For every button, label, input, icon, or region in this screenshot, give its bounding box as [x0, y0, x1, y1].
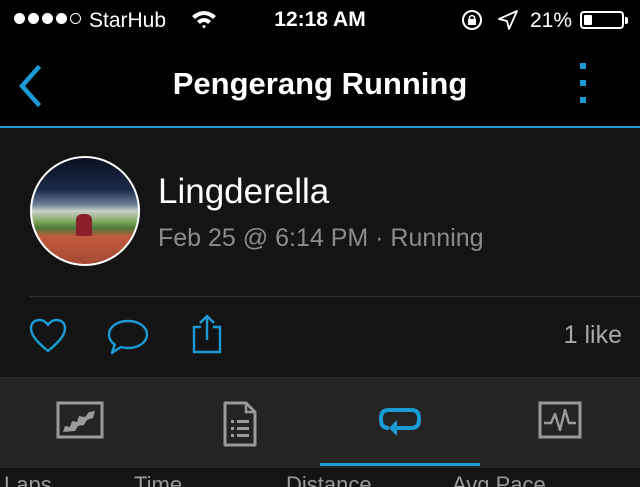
battery-icon	[580, 11, 628, 29]
rotation-lock-icon	[461, 9, 483, 36]
column-header: Laps	[4, 472, 52, 487]
activity-header: Lingderella Feb 25 @ 6:14 PM · Running	[0, 128, 640, 296]
tab-laps[interactable]	[320, 378, 480, 468]
status-bar: StarHub 12:18 AM 21%	[0, 0, 640, 40]
column-header: Distance	[286, 472, 372, 487]
social-actions: 1 like	[0, 297, 640, 377]
map-icon	[56, 401, 104, 439]
stats-list-icon	[223, 401, 257, 447]
comment-icon	[107, 319, 149, 355]
laps-icon	[379, 408, 421, 436]
activity-meta: Feb 25 @ 6:14 PM · Running	[158, 224, 484, 252]
likes-count[interactable]: 1 like	[564, 321, 622, 350]
chart-icon	[538, 401, 582, 439]
nav-bar: Pengerang Running	[0, 40, 640, 128]
share-icon	[192, 314, 222, 354]
tab-stats[interactable]	[160, 378, 320, 468]
tab-map[interactable]	[0, 378, 160, 468]
active-tab-indicator	[320, 463, 480, 466]
tab-charts[interactable]	[480, 378, 640, 468]
like-button[interactable]	[28, 317, 68, 360]
column-header: Time	[134, 472, 183, 487]
avatar[interactable]	[30, 156, 140, 266]
page-title: Pengerang Running	[172, 66, 468, 101]
laps-column-headers: Laps Time Distance Avg Pace	[0, 467, 640, 487]
heart-icon	[29, 318, 67, 353]
location-arrow-icon	[497, 9, 519, 36]
more-options-button[interactable]	[572, 60, 596, 110]
activity-tab-bar	[0, 377, 640, 468]
comment-button[interactable]	[106, 317, 150, 362]
battery-percent: 21%	[530, 9, 573, 32]
column-header: Avg Pace	[452, 472, 546, 487]
user-name[interactable]: Lingderella	[158, 172, 329, 212]
share-button[interactable]	[190, 313, 224, 360]
